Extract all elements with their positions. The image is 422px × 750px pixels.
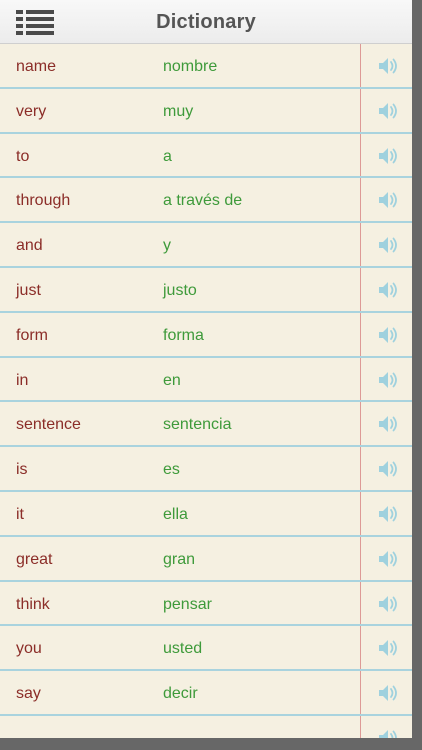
english-word: you: [16, 640, 42, 658]
speaker-button[interactable]: [378, 325, 400, 345]
spanish-translation: pensar: [163, 595, 212, 613]
list-item[interactable]: think pensar: [0, 582, 412, 627]
speaker-icon: [379, 237, 397, 254]
speaker-icon: [379, 147, 397, 164]
speaker-button[interactable]: [378, 370, 400, 390]
spanish-translation: a: [163, 147, 172, 165]
english-word: and: [16, 237, 43, 255]
speaker-button[interactable]: [378, 101, 400, 121]
english-word: name: [16, 58, 57, 75]
english-word: to: [16, 147, 30, 165]
speaker-button[interactable]: [378, 235, 400, 255]
speaker-icon: [379, 685, 397, 702]
speaker-icon: [379, 192, 397, 209]
speaker-button[interactable]: [378, 549, 400, 569]
speaker-button[interactable]: [378, 683, 400, 703]
speaker-button[interactable]: [378, 459, 400, 479]
speaker-button[interactable]: [378, 190, 400, 210]
list-item[interactable]: through a través de: [0, 178, 412, 224]
english-word: just: [16, 281, 41, 299]
speaker-icon: [379, 505, 397, 522]
speaker-icon: [379, 550, 397, 567]
list-item[interactable]: in en: [0, 358, 412, 403]
spanish-translation: y: [163, 237, 171, 255]
navigation-bar: Dictionary: [0, 0, 412, 44]
speaker-icon: [379, 326, 397, 343]
list-item[interactable]: great gran: [0, 537, 412, 582]
speaker-icon: [379, 281, 397, 298]
spanish-translation: muy: [163, 102, 194, 120]
spanish-translation: decir: [163, 685, 198, 703]
english-word: through: [16, 192, 71, 210]
spanish-translation: es: [163, 461, 180, 479]
spanish-translation: ella: [163, 505, 188, 523]
speaker-button[interactable]: [378, 638, 400, 658]
speaker-icon: [379, 371, 397, 388]
spanish-translation: sentencia: [163, 416, 232, 434]
english-word: form: [16, 326, 48, 344]
english-word: very: [16, 102, 47, 120]
english-word: in: [16, 371, 29, 389]
list-item[interactable]: sentence sentencia: [0, 402, 412, 448]
spanish-translation: a través de: [163, 192, 243, 210]
spanish-translation: justo: [163, 281, 197, 299]
list-item[interactable]: name nombre: [0, 44, 412, 89]
list-item[interactable]: form forma: [0, 313, 412, 358]
list-item[interactable]: [0, 716, 412, 738]
speaker-button[interactable]: [378, 594, 400, 614]
list-item[interactable]: to a: [0, 134, 412, 179]
english-word: say: [16, 685, 41, 703]
speaker-button[interactable]: [378, 56, 400, 76]
speaker-button[interactable]: [378, 146, 400, 166]
word-list[interactable]: name nombre very muy to a through a trav…: [0, 44, 412, 738]
page-title: Dictionary: [156, 11, 256, 33]
list-item[interactable]: say decir: [0, 671, 412, 716]
list-item[interactable]: you usted: [0, 626, 412, 672]
speaker-icon: [379, 595, 397, 612]
english-word: think: [16, 595, 50, 613]
speaker-button[interactable]: [378, 414, 400, 434]
english-word: it: [16, 505, 24, 523]
speaker-icon: [379, 102, 397, 119]
speaker-button[interactable]: [378, 504, 400, 524]
list-item[interactable]: and y: [0, 223, 412, 268]
spanish-translation: gran: [163, 550, 196, 568]
speaker-icon: [379, 461, 397, 478]
spanish-translation: usted: [163, 640, 203, 658]
list-item[interactable]: it ella: [0, 492, 412, 537]
list-item[interactable]: very muy: [0, 89, 412, 134]
speaker-icon: [379, 416, 397, 433]
list-item[interactable]: just justo: [0, 268, 412, 313]
spanish-translation: forma: [163, 326, 204, 344]
english-word: great: [16, 550, 53, 568]
speaker-icon: [379, 58, 397, 74]
dictionary-screen: Dictionary name nombre very muy to a thr…: [0, 0, 412, 738]
english-word: sentence: [16, 416, 81, 434]
speaker-button[interactable]: [378, 728, 400, 738]
speaker-icon: [379, 729, 397, 738]
spanish-translation: en: [163, 371, 181, 389]
speaker-icon: [379, 640, 397, 657]
spanish-translation: nombre: [163, 58, 218, 75]
list-item[interactable]: is es: [0, 447, 412, 492]
english-word: is: [16, 461, 28, 479]
speaker-button[interactable]: [378, 280, 400, 300]
